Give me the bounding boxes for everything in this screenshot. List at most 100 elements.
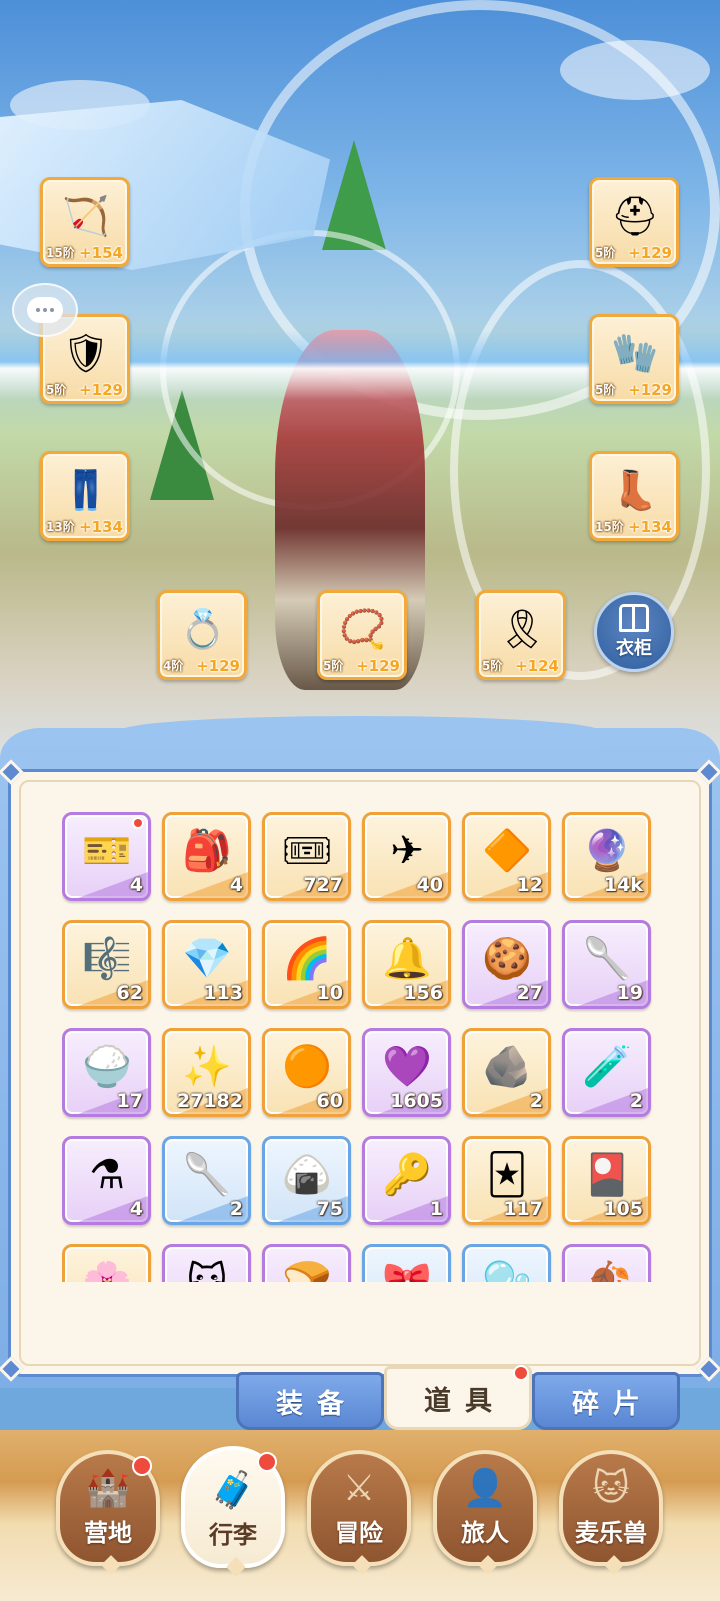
inventory-item[interactable]: 🎒 4 — [162, 812, 251, 901]
inventory-item[interactable]: 💎 113 — [162, 920, 251, 1009]
equip-slot-gloves[interactable]: 🧤 5阶 +129 — [589, 314, 679, 404]
inventory-scroll-area[interactable]: 🎫 4 🎒 4 🎟 727 ✈ 40 🔶 12 🔮 14k 🎼 62 💎 113 🌈 10 🔔 156 🍪 27 🥄 19 🍚 1… — [62, 812, 662, 1282]
gold-leaf-icon: 🍂 — [577, 1255, 637, 1282]
inventory-item[interactable]: 🟠 60 — [262, 1028, 351, 1117]
nav-pets[interactable]: 🐱 麦乐兽 — [559, 1450, 663, 1575]
ring-icon: 💍 — [179, 607, 227, 651]
purple-ticket-icon: 🎟 — [281, 828, 333, 874]
inventory-item[interactable]: 🍂 — [562, 1244, 651, 1282]
gold-key-icon: 🔑 — [382, 1152, 432, 1198]
charm-icon: 🎗 — [497, 607, 547, 651]
item-count: 4 — [129, 874, 143, 896]
item-count: 19 — [616, 982, 643, 1004]
inventory-item[interactable]: 🧪 2 — [562, 1028, 651, 1117]
tier-label: 15阶 — [595, 520, 624, 534]
inventory-item[interactable]: ✨ 27182 — [162, 1028, 251, 1117]
item-count: 4 — [129, 1198, 143, 1220]
equip-slot-charm[interactable]: 🎗 5阶 +124 — [476, 590, 566, 680]
inventory-item[interactable]: 🪨 2 — [462, 1028, 551, 1117]
inventory-item[interactable]: ✈ 40 — [362, 812, 451, 901]
item-count: 2 — [629, 1090, 643, 1112]
ice-crystal-icon: 💎 — [182, 936, 232, 982]
amber-gem-icon: 🟠 — [282, 1044, 332, 1090]
bonus-label: +129 — [79, 381, 123, 399]
nav-camp[interactable]: 🏰 营地 — [56, 1450, 160, 1575]
item-count: 10 — [316, 982, 343, 1004]
blue-potion-icon: 🧪 — [582, 1044, 632, 1090]
tab-items[interactable]: 道具 — [384, 1365, 532, 1430]
inventory-item[interactable]: 🌈 10 — [262, 920, 351, 1009]
nav-traveler-label: 旅人 — [461, 1519, 509, 1547]
item-count: 62 — [116, 982, 143, 1004]
equip-slot-legs[interactable]: 👖 13阶 +134 — [40, 451, 130, 541]
tab-fragments[interactable]: 碎片 — [532, 1372, 680, 1430]
rainbow-tube-icon: 🌈 — [282, 936, 332, 982]
equip-slot-helmet[interactable]: ⛑ 5阶 +129 — [589, 177, 679, 267]
character-icon: 👤 — [462, 1468, 508, 1509]
item-count: 17 — [116, 1090, 143, 1112]
bonus-label: +129 — [356, 657, 400, 675]
item-count: 1605 — [390, 1090, 443, 1112]
nav-adventure[interactable]: ⚔ 冒险 — [307, 1450, 411, 1575]
nav-traveler[interactable]: 👤 旅人 — [433, 1450, 537, 1575]
bow-icon: 🏹 — [62, 194, 110, 238]
bonus-label: +129 — [196, 657, 240, 675]
bubble-icon: 🫧 — [477, 1255, 537, 1282]
inventory-item[interactable]: 🫧 — [462, 1244, 551, 1282]
necklace-icon: 📿 — [339, 607, 387, 651]
inventory-item[interactable]: 🎟 727 — [262, 812, 351, 901]
inventory-item[interactable]: 🔔 156 — [362, 920, 451, 1009]
inventory-item[interactable]: 🎴 105 — [562, 1136, 651, 1225]
inventory-item[interactable]: ⚗ 4 — [62, 1136, 151, 1225]
tab-equipment[interactable]: 装备 — [236, 1372, 384, 1430]
item-count: 27 — [516, 982, 543, 1004]
equip-slot-weapon[interactable]: 🏹 15阶 +154 — [40, 177, 130, 267]
inventory-item[interactable]: 💜 1605 — [362, 1028, 451, 1117]
flour-sack-icon: 🍚 — [82, 1044, 132, 1090]
inventory-item[interactable]: 🎀 — [362, 1244, 451, 1282]
bonus-label: +129 — [628, 381, 672, 399]
chat-button[interactable] — [12, 283, 78, 337]
inventory-item[interactable]: 🍙 75 — [262, 1136, 351, 1225]
bonus-label: +154 — [79, 244, 123, 262]
equip-slot-boots[interactable]: 👢 15阶 +134 — [589, 451, 679, 541]
equip-slot-necklace[interactable]: 📿 5阶 +129 — [317, 590, 407, 680]
nav-camp-label: 营地 — [84, 1519, 132, 1547]
pink-item-icon: 🌸 — [77, 1255, 137, 1282]
inventory-item[interactable]: 🎫 4 — [62, 812, 151, 901]
inventory-item[interactable]: 🔑 1 — [362, 1136, 451, 1225]
harp-icon: 🎼 — [82, 936, 132, 982]
bonus-label: +134 — [628, 518, 672, 536]
inventory-item[interactable]: 🐱 — [162, 1244, 251, 1282]
red-potion-icon: ⚗ — [89, 1152, 125, 1198]
item-count: 4 — [229, 874, 243, 896]
ticket-card-icon: 🎫 — [82, 828, 132, 874]
rice-bowl-icon: 🍙 — [282, 1152, 332, 1198]
nav-bag[interactable]: 🧳 行李 — [181, 1446, 285, 1577]
cat-spoon-icon: 🥄 — [582, 936, 632, 982]
inventory-item[interactable]: 🍞 — [262, 1244, 351, 1282]
inventory-item[interactable]: 🍪 27 — [462, 920, 551, 1009]
item-count: 75 — [316, 1198, 343, 1220]
nav-pets-label: 麦乐兽 — [575, 1519, 647, 1547]
inventory-item[interactable]: 🥄 2 — [162, 1136, 251, 1225]
item-count: 27182 — [176, 1090, 243, 1112]
red-card-icon: 🎴 — [582, 1152, 632, 1198]
inventory-item[interactable]: 🥄 19 — [562, 920, 651, 1009]
wardrobe-button[interactable]: 衣柜 — [594, 592, 674, 672]
tier-label: 5阶 — [482, 659, 503, 673]
inventory-item[interactable]: 🎼 62 — [62, 920, 151, 1009]
inventory-item[interactable]: 🍚 17 — [62, 1028, 151, 1117]
inventory-item[interactable]: 🔶 12 — [462, 812, 551, 901]
cookie-plate-icon: 🍪 — [482, 936, 532, 982]
equip-slot-ring[interactable]: 💍 4阶 +129 — [157, 590, 247, 680]
wardrobe-label: 衣柜 — [616, 638, 652, 659]
inventory-item[interactable]: 🌸 — [62, 1244, 151, 1282]
backpack-icon: 🧳 — [210, 1470, 256, 1511]
inventory-item[interactable]: 🃏 117 — [462, 1136, 551, 1225]
item-count: 727 — [303, 874, 343, 896]
star-crystal-icon: ✨ — [182, 1044, 232, 1090]
nav-adventure-label: 冒险 — [335, 1519, 383, 1547]
inventory-item[interactable]: 🔮 14k — [562, 812, 651, 901]
tier-label: 4阶 — [163, 659, 184, 673]
